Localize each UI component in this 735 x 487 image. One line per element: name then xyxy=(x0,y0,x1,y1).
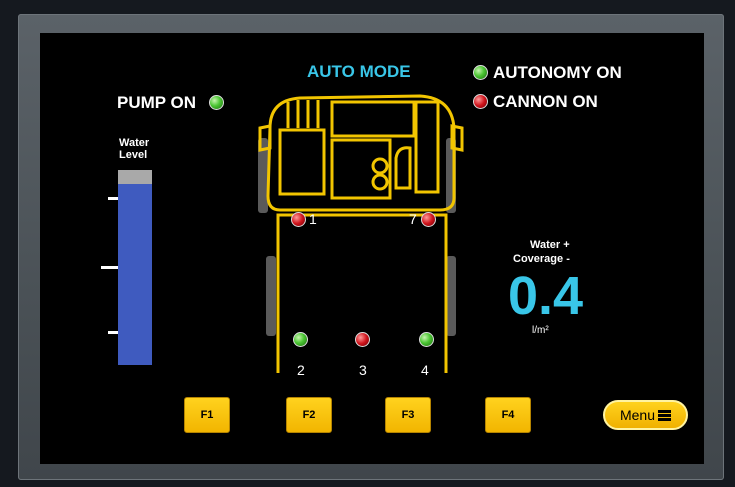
cannon-indicator-led xyxy=(473,94,488,109)
pump-label: PUMP ON xyxy=(117,93,197,112)
water-level-tank xyxy=(118,170,152,365)
nozzle-7-led[interactable] xyxy=(421,212,436,227)
water-level-empty-space xyxy=(118,170,152,184)
truck-diagram xyxy=(258,94,464,373)
water-level-label-2: Level xyxy=(119,149,148,161)
coverage-value: 0.4 xyxy=(508,266,584,326)
nozzle-1-led[interactable] xyxy=(291,212,306,227)
nozzle-1-number: 1 xyxy=(309,211,317,227)
truck-body-outline xyxy=(276,213,448,373)
f2-button[interactable]: F2 xyxy=(286,397,332,433)
autonomy-label: AUTONOMY ON xyxy=(493,63,622,82)
nozzle-4-led[interactable] xyxy=(419,332,434,347)
water-level-tick-high xyxy=(108,197,118,200)
coverage-label-1: Water + xyxy=(530,239,570,251)
autonomy-indicator-led xyxy=(473,65,488,80)
nozzle-7-number: 7 xyxy=(409,211,417,227)
coverage-label-2: Coverage - xyxy=(513,253,570,265)
pump-indicator-led xyxy=(209,95,224,110)
nozzle-2-number: 2 xyxy=(297,362,305,378)
nozzle-4-number: 4 xyxy=(421,362,429,378)
truck-wheel-rear-left xyxy=(266,256,276,336)
coverage-unit: l/m² xyxy=(532,325,549,336)
f3-button[interactable]: F3 xyxy=(385,397,431,433)
hamburger-icon xyxy=(658,409,672,421)
f1-button[interactable]: F1 xyxy=(184,397,230,433)
mode-label: AUTO MODE xyxy=(307,62,411,81)
nozzle-3-number: 3 xyxy=(359,362,367,378)
water-level-label-1: Water xyxy=(119,137,150,149)
nozzle-2-led[interactable] xyxy=(293,332,308,347)
menu-button-label: Menu xyxy=(619,407,656,423)
menu-button[interactable]: Menu xyxy=(603,400,688,430)
control-screen: AUTO MODE AUTONOMY ON CANNON ON PUMP ON … xyxy=(40,33,704,464)
truck-cab-roof-panel xyxy=(330,100,416,138)
cannon-label: CANNON ON xyxy=(493,92,598,111)
water-level-tick-mid xyxy=(101,266,118,269)
f4-button[interactable]: F4 xyxy=(485,397,531,433)
water-level-tick-low xyxy=(108,331,118,334)
truck-cab-window xyxy=(278,128,326,196)
nozzle-3-led[interactable] xyxy=(355,332,370,347)
